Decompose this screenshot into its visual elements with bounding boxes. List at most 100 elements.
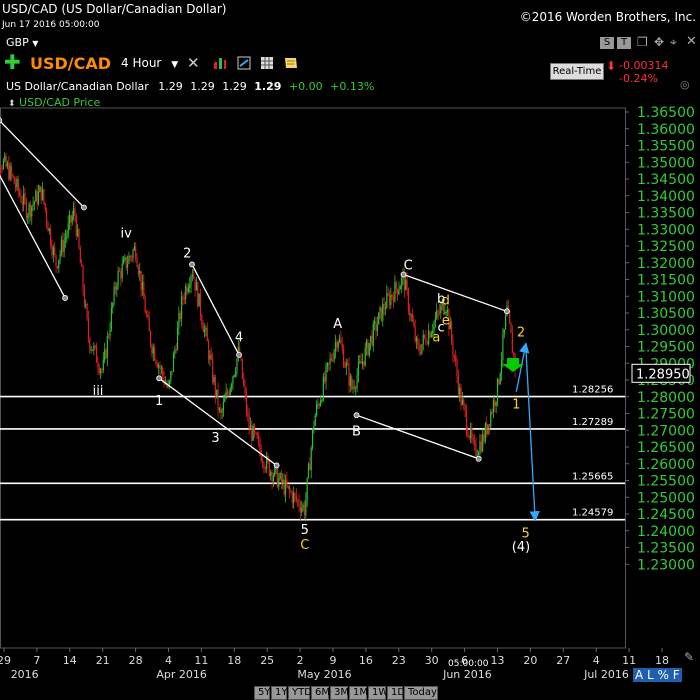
candle-body bbox=[159, 365, 161, 369]
candle-body bbox=[348, 364, 350, 386]
candle-body bbox=[291, 492, 293, 503]
candle-body bbox=[349, 376, 351, 386]
change-value: +0.00 bbox=[288, 80, 323, 93]
help-icon[interactable]: ◎ bbox=[680, 78, 690, 91]
y-tick-label: 1.23500 bbox=[637, 541, 695, 557]
candle-body bbox=[384, 308, 387, 310]
s-button[interactable]: S bbox=[600, 37, 614, 49]
x-tick-label: 29 bbox=[0, 654, 11, 667]
t-button[interactable]: T bbox=[617, 37, 631, 49]
candle-body bbox=[220, 408, 222, 413]
candle-body bbox=[191, 274, 193, 276]
axis-options-label: A L % F bbox=[633, 668, 682, 682]
candle-body bbox=[386, 293, 388, 309]
candle-body bbox=[232, 376, 234, 385]
candle-body bbox=[56, 266, 58, 268]
candle-body bbox=[461, 399, 463, 405]
series-label: USD/CAD Price bbox=[19, 96, 101, 109]
candle-body bbox=[407, 289, 409, 311]
candle-body bbox=[405, 279, 407, 291]
note-icon[interactable] bbox=[284, 55, 298, 69]
level-label: 1.24579 bbox=[572, 508, 613, 519]
symbol-field[interactable]: USD/CAD bbox=[30, 54, 111, 73]
y-tick-label: 1.33500 bbox=[637, 206, 695, 222]
series-legend[interactable]: ⬍ USD/CAD Price bbox=[8, 96, 100, 109]
currency-selector[interactable]: GBP ▼ bbox=[6, 36, 38, 49]
candle-body bbox=[259, 439, 261, 451]
realtime-button[interactable]: Real-Time bbox=[550, 63, 604, 80]
draw-icon[interactable]: ✎ bbox=[684, 650, 694, 664]
candle-body bbox=[216, 389, 218, 396]
y-tick-label: 1.29500 bbox=[637, 340, 695, 356]
candle-body bbox=[438, 311, 441, 314]
timeframe-button[interactable]: YTD bbox=[288, 686, 312, 700]
close-icon[interactable]: ✕ bbox=[686, 34, 697, 49]
y-tick-label: 1.36000 bbox=[637, 122, 695, 138]
candle-body bbox=[193, 274, 195, 279]
timeframe-button[interactable]: 1M bbox=[349, 686, 368, 700]
candle-body bbox=[467, 431, 469, 437]
timeframe-button[interactable]: 6M bbox=[311, 686, 330, 700]
candle-body bbox=[282, 479, 284, 484]
candle-body bbox=[272, 476, 274, 482]
candle-body bbox=[464, 404, 466, 412]
candle-body bbox=[33, 201, 36, 204]
candle-body bbox=[117, 270, 119, 286]
wave-label: 3 bbox=[211, 431, 219, 446]
grid-icon[interactable] bbox=[260, 55, 274, 69]
candle-body bbox=[313, 425, 315, 430]
y-tick-label: 1.32000 bbox=[637, 256, 695, 272]
candle-body bbox=[371, 335, 373, 346]
timeframe-button[interactable]: 1D bbox=[387, 686, 405, 700]
move-icon[interactable]: ✥ bbox=[654, 35, 664, 49]
y-tick-label: 1.33000 bbox=[637, 222, 695, 238]
trendline-node bbox=[62, 295, 68, 301]
y-tick-label: 1.35500 bbox=[637, 139, 695, 155]
realtime-change: -0.00314 bbox=[619, 59, 669, 72]
candle-body bbox=[365, 340, 368, 348]
candle-body bbox=[276, 467, 279, 487]
timeframe-button[interactable]: 1Y bbox=[271, 686, 287, 700]
candle-body bbox=[172, 353, 175, 372]
timeframe-button[interactable]: 1W bbox=[368, 686, 388, 700]
timeframe-button[interactable]: 3M bbox=[330, 686, 349, 700]
axis-options[interactable]: A L % F bbox=[633, 668, 682, 682]
candle-body bbox=[217, 389, 219, 410]
trendline-node bbox=[81, 204, 87, 211]
tools-icon[interactable]: ✕ bbox=[187, 54, 200, 72]
candle-body bbox=[32, 203, 34, 206]
timeframe-button[interactable]: 5Y bbox=[254, 686, 270, 700]
candle-body bbox=[305, 499, 307, 516]
add-symbol-icon[interactable]: ✚ bbox=[4, 52, 21, 72]
trendline bbox=[356, 414, 479, 460]
indicators-icon[interactable] bbox=[213, 55, 227, 69]
chart-type-icon[interactable] bbox=[237, 55, 251, 70]
timeframe-selector[interactable]: 4 Hour ▼ bbox=[121, 56, 178, 70]
y-tick-label: 1.25000 bbox=[637, 490, 695, 506]
candle-body bbox=[51, 245, 53, 255]
candle-body bbox=[175, 349, 177, 351]
candle-body bbox=[387, 293, 389, 295]
candle-body bbox=[260, 450, 262, 461]
candle-body bbox=[67, 223, 69, 235]
restore-icon[interactable]: ❐ bbox=[637, 35, 648, 49]
candle-body bbox=[55, 254, 57, 267]
candle-body bbox=[316, 404, 318, 416]
candle-body bbox=[475, 442, 477, 456]
candle-body bbox=[395, 281, 397, 289]
candle-body bbox=[226, 391, 229, 394]
month-label: Jul 2016 bbox=[583, 668, 629, 681]
candle-body bbox=[37, 191, 40, 205]
y-tick-label: 1.26500 bbox=[637, 440, 695, 456]
trendline-node bbox=[0, 117, 3, 124]
x-tick-label: 11 bbox=[622, 654, 636, 667]
candle-body bbox=[54, 247, 56, 255]
candle-body bbox=[398, 289, 400, 295]
candle-body bbox=[329, 358, 331, 364]
candle-body bbox=[252, 425, 254, 441]
trendline-node bbox=[156, 375, 163, 382]
pin-icon[interactable]: ⌖ bbox=[670, 35, 677, 50]
candle-body bbox=[201, 315, 203, 325]
candle-body bbox=[338, 338, 341, 342]
timeframe-button[interactable]: Today bbox=[404, 686, 438, 700]
